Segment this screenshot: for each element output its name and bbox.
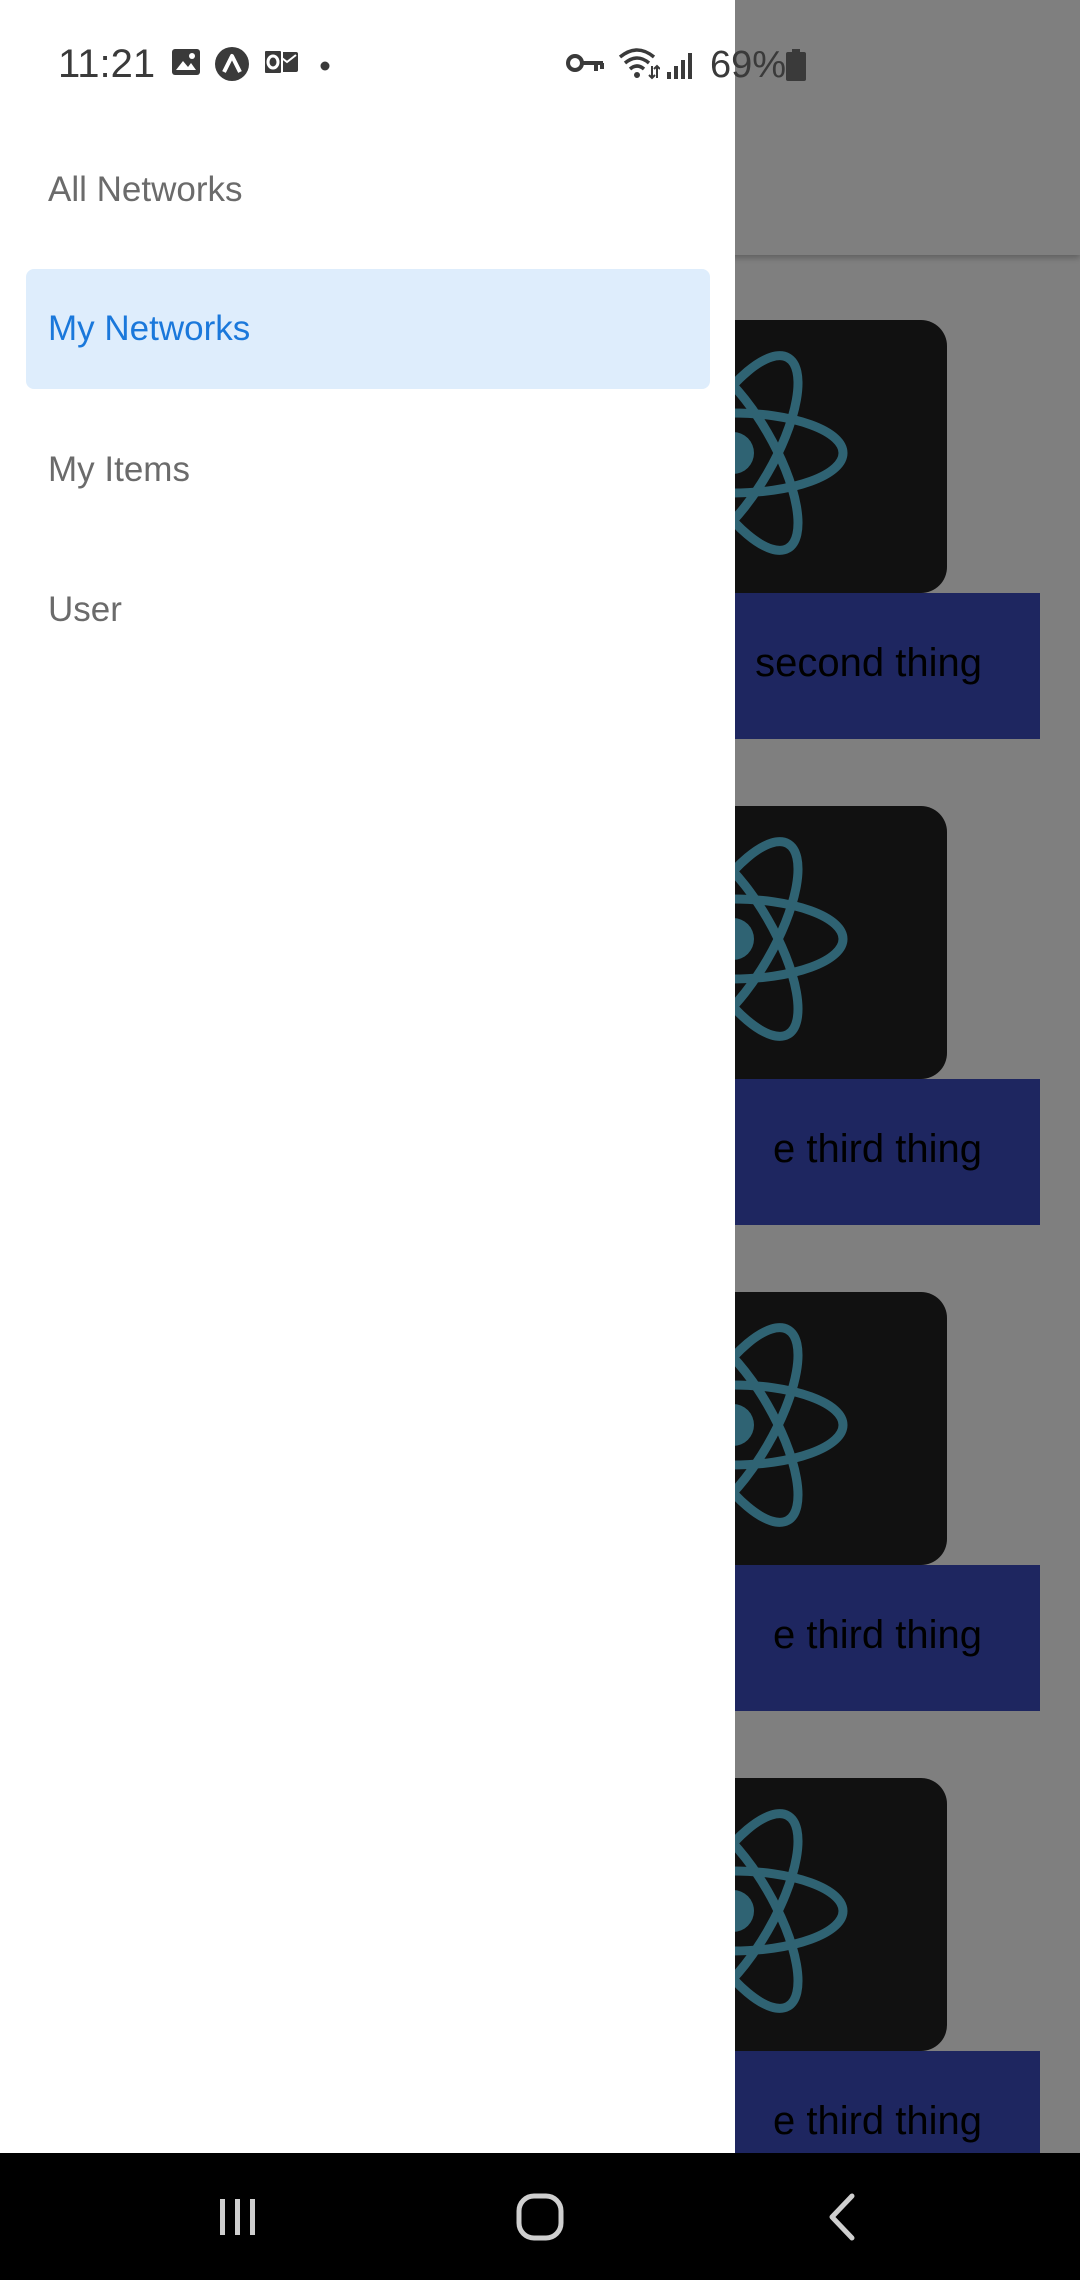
recents-icon[interactable] (148, 2153, 328, 2280)
dot-icon (320, 58, 330, 76)
navigation-drawer: All Networks My Networks My Items User (0, 0, 735, 2153)
status-bar: 11:21 69% (0, 0, 1080, 130)
image-icon (170, 46, 202, 83)
battery-icon (785, 48, 807, 87)
drawer-item-my-items[interactable]: My Items (26, 410, 710, 530)
drawer-item-label: User (48, 590, 122, 629)
home-icon[interactable] (450, 2153, 630, 2280)
battery-percent: 69% (710, 44, 787, 86)
wifi-icon (618, 46, 661, 85)
outlook-icon (262, 46, 300, 83)
drawer-item-label: All Networks (48, 170, 243, 209)
drawer-item-all-networks[interactable]: All Networks (26, 130, 710, 250)
back-icon[interactable] (752, 2153, 932, 2280)
status-time: 11:21 (58, 42, 156, 86)
app-a-icon (214, 46, 250, 87)
drawer-item-user[interactable]: User (26, 550, 710, 670)
vpn-key-icon (566, 50, 606, 81)
drawer-item-my-networks[interactable]: My Networks (26, 269, 710, 389)
drawer-item-label: My Networks (48, 309, 251, 348)
system-nav-bar (0, 2153, 1080, 2280)
signal-icon (666, 50, 696, 85)
drawer-item-label: My Items (48, 450, 190, 489)
